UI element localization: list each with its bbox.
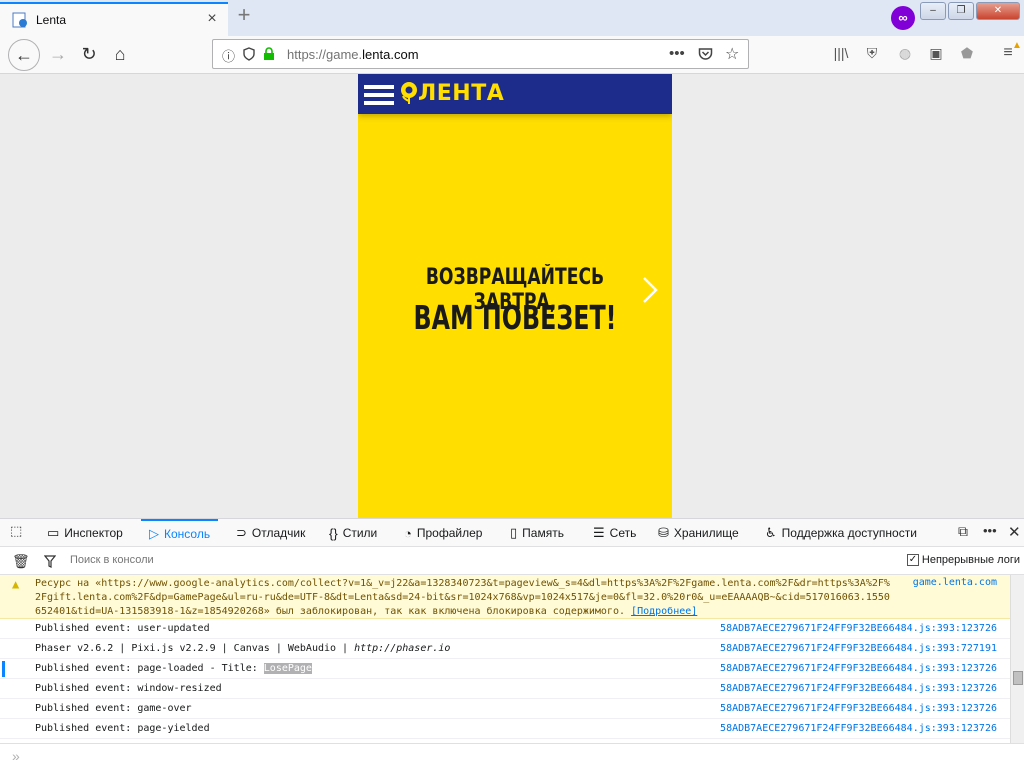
restore-button[interactable]: ❐ (948, 2, 974, 20)
console-row: Published event: window-resized 58ADB7AE… (0, 679, 1010, 699)
page-viewport: ЛЕНТА ВОЗВРАЩАЙТЕСЬ ЗАВТРА, ВАМ ПОВЕЗЕТ! (0, 74, 1024, 518)
minimize-button[interactable]: – (920, 2, 946, 20)
scrollbar-thumb[interactable] (1013, 671, 1023, 685)
warning-source-link[interactable]: game.lenta.com (913, 577, 997, 588)
browser-tab[interactable]: Lenta × (0, 2, 228, 36)
source-link[interactable]: 58ADB7AECE279671F24FF9F32BE66484.js:393:… (720, 623, 997, 634)
sunflower-logo-icon (401, 82, 417, 104)
globe-icon[interactable]: ◍ (895, 44, 915, 64)
lucky-message: ВАМ ПОВЕЗЕТ! (413, 298, 617, 337)
source-link[interactable]: 58ADB7AECE279671F24FF9F32BE66484.js:393:… (720, 703, 997, 714)
navigation-toolbar: ← → ↻ ⌂ ⓘ https://game.lenta.com ••• ☆ |… (0, 36, 1024, 74)
extension-icon[interactable]: ▣ (926, 44, 946, 64)
bookmark-star-icon[interactable]: ☆ (725, 44, 739, 64)
back-arrow-icon[interactable]: ← (8, 39, 40, 71)
storage-icon: ⛁ (658, 525, 669, 540)
phaser-link[interactable]: http://phaser.io (354, 643, 450, 654)
profiler-icon: ◔ (404, 525, 412, 541)
game-header: ЛЕНТА (358, 74, 672, 114)
persist-logs-toggle[interactable]: ✓ Непрерывные логи (906, 554, 1020, 566)
row-marker (2, 661, 5, 677)
url-text: https://game.lenta.com (287, 47, 419, 62)
shield-extension-icon[interactable]: ⬟ (957, 44, 977, 64)
console-row: Phaser v2.6.2 | Pixi.js v2.2.9 | Canvas … (0, 639, 1010, 659)
pocket-icon[interactable] (698, 47, 713, 61)
tab-title: Lenta (36, 13, 67, 27)
console-warning-row: ▲ Ресурс на «https://www.google-analytic… (0, 575, 1010, 619)
style-editor-icon: {} (329, 525, 338, 541)
tab-storage[interactable]: ⛁ Хранилище (658, 519, 739, 547)
inspector-icon: ▭ (47, 525, 60, 540)
lock-icon[interactable] (263, 47, 275, 61)
persist-logs-label: Непрерывные логи (921, 554, 1020, 566)
tab-strip: Lenta × + ∞ – ❐ ✕ (0, 0, 1024, 36)
home-icon[interactable]: ⌂ (108, 43, 132, 67)
filter-icon[interactable] (44, 555, 56, 568)
tab-console[interactable]: ▷ Консоль (141, 519, 219, 547)
devtools-toolbar: ⬚ ▭ Инспектор ▷ Консоль ⊃ Отладчик {} Стили … (0, 519, 1024, 547)
more-options-icon[interactable]: ••• (983, 523, 997, 538)
source-link[interactable]: 58ADB7AECE279671F24FF9F32BE66484.js:393:… (720, 683, 997, 694)
console-icon: ▷ (149, 526, 159, 541)
source-link[interactable]: 58ADB7AECE279671F24FF9F32BE66484.js:393:… (720, 723, 997, 734)
source-link[interactable]: 58ADB7AECE279671F24FF9F32BE66484.js:393:… (720, 643, 997, 654)
console-output: ▲ Ресурс на «https://www.google-analytic… (0, 575, 1010, 743)
element-picker-icon[interactable]: ⬚ (10, 523, 22, 539)
window-controls: – ❐ ✕ (920, 2, 1020, 20)
trash-icon[interactable]: 🗑 (12, 553, 30, 570)
warning-message: Ресурс на «https://www.google-analytics.… (35, 578, 890, 617)
tracking-shield-icon[interactable] (243, 47, 255, 61)
tab-inspector[interactable]: ▭ Инспектор (47, 519, 123, 547)
learn-more-link[interactable]: [Подробнее] (631, 606, 697, 617)
console-row: Published event: game-over 58ADB7AECE279… (0, 699, 1010, 719)
network-icon: ☰ (593, 525, 605, 540)
chevron-prompt-icon: » (12, 748, 20, 764)
address-bar[interactable]: ⓘ https://game.lenta.com ••• ☆ (212, 39, 749, 69)
ublock-icon[interactable]: ⛨ (862, 44, 882, 64)
memory-icon: ▯ (510, 525, 518, 540)
tab-close-icon[interactable]: × (204, 11, 220, 28)
close-window-button[interactable]: ✕ (976, 2, 1020, 20)
private-browsing-icon: ∞ (891, 6, 915, 30)
reload-icon[interactable]: ↻ (77, 43, 101, 67)
tab-accessibility[interactable]: ♿ Поддержка доступности (765, 519, 917, 547)
console-row: Published event: user-updated 58ADB7AECE… (0, 619, 1010, 639)
game-frame: ЛЕНТА ВОЗВРАЩАЙТЕСЬ ЗАВТРА, ВАМ ПОВЕЗЕТ! (358, 74, 672, 518)
persist-logs-checkbox[interactable]: ✓ (906, 554, 919, 566)
tab-profiler[interactable]: ◔ Профайлер (404, 519, 482, 547)
devtools-panel: ⬚ ▭ Инспектор ▷ Консоль ⊃ Отладчик {} Стили … (0, 518, 1024, 768)
page-actions-icon[interactable]: ••• (669, 45, 685, 62)
highlighted-value: LosePage (263, 663, 312, 674)
console-row: Published event: page-loaded - Title: Lo… (0, 659, 1010, 679)
console-row: Published event: page-yielded 58ADB7AECE… (0, 719, 1010, 739)
tab-debugger[interactable]: ⊃ Отладчик (236, 519, 305, 547)
source-link[interactable]: 58ADB7AECE279671F24FF9F32BE66484.js:393:… (720, 663, 997, 674)
close-devtools-icon[interactable]: ✕ (1008, 523, 1021, 541)
accessibility-icon: ♿ (765, 525, 777, 540)
brand-logo: ЛЕНТА (418, 81, 505, 106)
plus-icon[interactable]: + (232, 4, 256, 28)
console-search-input[interactable] (70, 554, 470, 566)
forward-arrow-icon[interactable]: → (46, 43, 70, 67)
console-scrollbar[interactable] (1010, 575, 1024, 743)
hamburger-menu-icon[interactable] (364, 85, 394, 105)
console-input[interactable]: » (0, 743, 1024, 769)
chevron-right-icon[interactable] (641, 276, 659, 304)
tab-network[interactable]: ☰ Сеть (593, 519, 636, 547)
debugger-icon: ⊃ (236, 525, 247, 540)
tab-memory[interactable]: ▯ Память (510, 519, 564, 547)
page-favicon-icon (12, 12, 27, 28)
console-filter-bar: 🗑 ✓ Непрерывные логи (0, 548, 1024, 575)
dock-toggle-icon[interactable]: ⧉ (958, 523, 968, 540)
warning-badge-icon: ▲ (1012, 40, 1022, 51)
warning-icon: ▲ (12, 577, 20, 591)
info-icon[interactable]: ⓘ (222, 46, 235, 65)
library-icon[interactable]: |||\ (831, 44, 851, 64)
tab-style-editor[interactable]: {} Стили (329, 519, 377, 547)
